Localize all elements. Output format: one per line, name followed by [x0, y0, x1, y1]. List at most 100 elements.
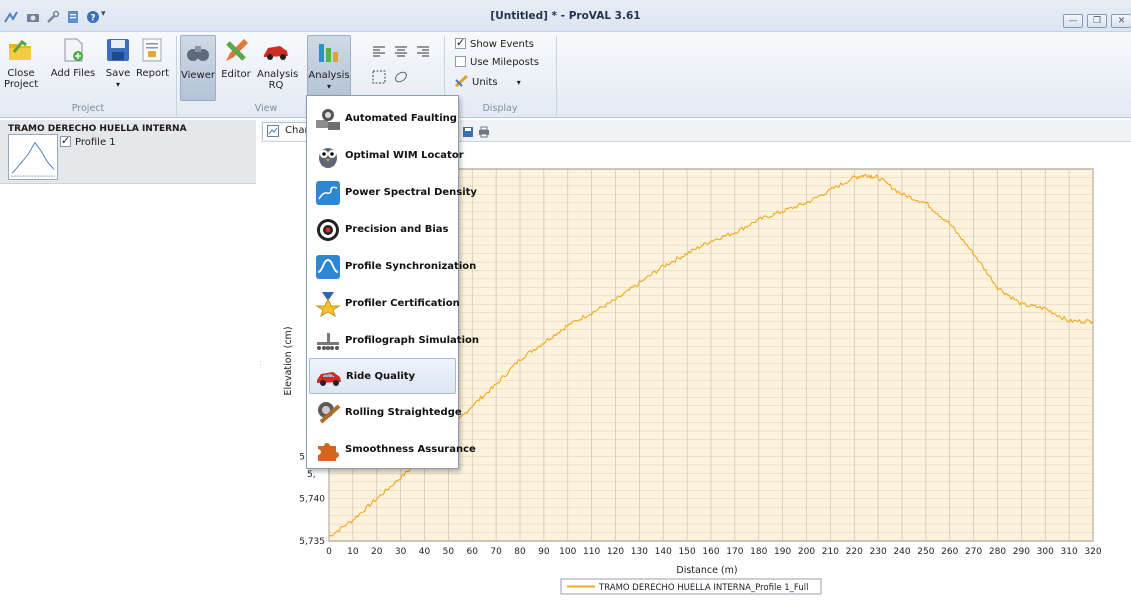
save-dropdown-icon[interactable]: ▾ [116, 80, 120, 89]
minimize-button[interactable]: — [1063, 14, 1083, 28]
x-tick-label: 10 [347, 547, 359, 557]
x-tick-label: 120 [607, 547, 624, 557]
x-tick-label: 290 [1013, 547, 1030, 557]
print-icon[interactable] [478, 126, 490, 138]
menu-item-rolling-straightedge[interactable]: Rolling Straightedge [309, 395, 462, 431]
menu-item-label: Smoothness Assurance [345, 444, 476, 455]
red-car-icon [264, 46, 288, 60]
x-axis-label: Distance (m) [676, 565, 737, 576]
align-center-icon[interactable] [394, 46, 408, 58]
y-tick-label: 5,740 [299, 495, 325, 505]
x-tick-label: 280 [989, 547, 1006, 557]
owl-icon [319, 148, 337, 168]
chart-icon [267, 125, 279, 137]
medal-icon [315, 292, 341, 317]
x-tick-label: 130 [631, 547, 648, 557]
checkbox-checked-icon [455, 36, 466, 49]
y-tick-label: 5, [307, 470, 316, 480]
lasso-icon[interactable] [394, 70, 408, 84]
profile-thumbnail[interactable] [8, 134, 58, 180]
bar-chart-icon [319, 44, 338, 62]
project-header: TRAMO DERECHO HUELLA INTERNA Profile 1 [0, 120, 256, 184]
close-button[interactable]: ✕ [1111, 14, 1131, 28]
menu-item-label: Automated Faulting [345, 113, 457, 124]
target-icon [317, 219, 339, 241]
analysis-button[interactable]: Analysis ▾ [307, 35, 351, 101]
menu-item-label: Optimal WIM Locator [345, 150, 464, 161]
menu-item-smoothness-assurance[interactable]: Smoothness Assurance [309, 432, 476, 468]
show-events-label: Show Events [470, 39, 535, 50]
x-tick-label: 210 [822, 547, 839, 557]
show-events-checkbox[interactable]: Show Events [455, 36, 535, 50]
report-icon [142, 38, 162, 62]
align-left-icon[interactable] [372, 46, 386, 58]
menu-item-label: Profiler Certification [345, 298, 460, 309]
x-tick-label: 60 [467, 547, 479, 557]
x-tick-label: 180 [750, 547, 767, 557]
viewer-button[interactable]: Viewer [180, 35, 216, 101]
x-tick-label: 40 [419, 547, 431, 557]
export-icon[interactable] [462, 126, 474, 138]
save-button[interactable]: Save ▾ [104, 36, 132, 90]
menu-item-ride-quality[interactable]: Ride Quality [309, 358, 456, 394]
menu-item-precision-and-bias[interactable]: Precision and Bias [309, 212, 456, 248]
x-tick-label: 240 [893, 547, 910, 557]
units-chevron-down-icon: ▾ [516, 78, 521, 87]
faulting-icon [316, 109, 340, 130]
x-tick-label: 170 [726, 547, 743, 557]
x-tick-label: 70 [490, 547, 502, 557]
analysis-dropdown-icon[interactable]: ▾ [327, 82, 331, 91]
analysis-rq-button[interactable]: Analysis RQ [256, 37, 299, 91]
x-tick-label: 20 [371, 547, 383, 557]
floppy-disk-icon [107, 39, 129, 61]
align-right-icon[interactable] [416, 46, 430, 58]
ribbon-separator [556, 36, 557, 116]
report-button[interactable]: Report [136, 36, 170, 79]
menu-item-profilograph-simulation[interactable]: Profilograph Simulation [309, 323, 479, 359]
x-tick-label: 200 [798, 547, 815, 557]
x-tick-label: 190 [774, 547, 791, 557]
sync-wave-icon [316, 255, 340, 279]
checkbox-empty-icon [455, 56, 466, 67]
restore-button[interactable]: ❐ [1087, 14, 1107, 28]
close-project-button[interactable]: Close Project [4, 36, 38, 90]
legend-label: TRAMO DERECHO HUELLA INTERNA_Profile 1_F… [598, 583, 808, 593]
profile-1-checkbox[interactable]: Profile 1 [60, 134, 116, 148]
analysis-rq-label: Analysis RQ [257, 69, 299, 91]
editor-button[interactable]: Editor [218, 37, 254, 80]
panel-splitter-handle[interactable]: ⋮ [257, 360, 265, 380]
proval-window: ? ▾ [Untitled] * - ProVAL 3.61 — ❐ ✕ Clo… [0, 0, 1131, 608]
menu-item-profile-synchronization[interactable]: Profile Synchronization [309, 249, 476, 285]
ruler-icon [454, 74, 469, 88]
menu-item-power-spectral-density[interactable]: Power Spectral Density [309, 175, 477, 211]
x-tick-label: 100 [559, 547, 576, 557]
ribbon: Close Project Add Files Save ▾ Report Pr… [0, 32, 1131, 118]
menu-item-label: Profilograph Simulation [345, 335, 479, 346]
menu-item-automated-faulting[interactable]: Automated Faulting [309, 101, 457, 137]
add-files-button[interactable]: Add Files [50, 36, 96, 79]
checkbox-checked-icon [60, 134, 71, 147]
use-mileposts-label: Use Mileposts [470, 57, 540, 68]
x-tick-label: 160 [702, 547, 719, 557]
use-mileposts-checkbox[interactable]: Use Mileposts [455, 56, 539, 68]
y-axis-label: Elevation (cm) [283, 326, 294, 395]
select-rectangle-icon[interactable] [372, 70, 386, 84]
folder-icon [9, 39, 31, 60]
units-dropdown[interactable]: Units ▾ [454, 74, 521, 88]
x-tick-label: 90 [538, 547, 550, 557]
save-label: Save [105, 68, 131, 79]
menu-item-optimal-wim-locator[interactable]: Optimal WIM Locator [309, 138, 464, 174]
menu-item-label: Ride Quality [346, 371, 416, 382]
x-tick-label: 260 [941, 547, 958, 557]
x-tick-label: 140 [655, 547, 672, 557]
x-tick-label: 310 [1061, 547, 1078, 557]
project-panel: TRAMO DERECHO HUELLA INTERNA Profile 1 [0, 120, 256, 608]
x-tick-label: 30 [395, 547, 407, 557]
straightedge-icon [318, 402, 341, 424]
units-label: Units [472, 77, 498, 88]
x-tick-label: 220 [846, 547, 863, 557]
menu-item-profiler-certification[interactable]: Profiler Certification [309, 286, 460, 322]
project-group-label: Project [71, 103, 105, 114]
report-label: Report [136, 68, 170, 79]
x-tick-label: 80 [514, 547, 526, 557]
